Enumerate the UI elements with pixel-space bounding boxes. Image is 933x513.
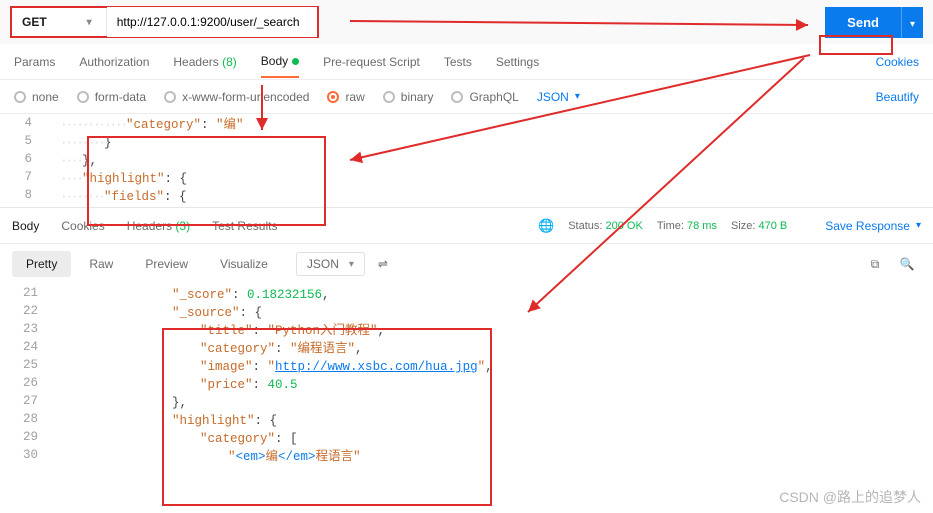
radio-xform[interactable]: x-www-form-urlencoded — [164, 90, 309, 104]
view-preview[interactable]: Preview — [131, 251, 202, 277]
view-raw[interactable]: Raw — [75, 251, 127, 277]
body-lang-select[interactable]: JSON▾ — [537, 90, 580, 104]
status-time: 78 ms — [687, 220, 717, 232]
send-button[interactable]: Send — [825, 7, 901, 38]
chevron-down-icon: ▾ — [349, 259, 354, 270]
radio-binary[interactable]: binary — [383, 90, 434, 104]
request-body-editor[interactable]: 4 5 6 7 8 ············"category": "编" ··… — [0, 114, 933, 208]
globe-icon: 🌐 — [538, 218, 554, 234]
copy-icon[interactable]: ⧉ — [861, 250, 889, 278]
view-visualize[interactable]: Visualize — [206, 251, 282, 277]
beautify-link[interactable]: Beautify — [876, 90, 919, 104]
chevron-down-icon: ▾ — [575, 91, 580, 102]
resp-tab-tests[interactable]: Test Results — [212, 219, 277, 233]
request-bar: GET ▾ Send ▾ — [0, 0, 933, 44]
resp-tab-body[interactable]: Body — [12, 219, 39, 233]
tab-params[interactable]: Params — [14, 47, 55, 77]
chevron-down-icon: ▾ — [916, 220, 921, 231]
body-type-row: none form-data x-www-form-urlencoded raw… — [0, 80, 933, 114]
save-response[interactable]: Save Response▾ — [825, 219, 921, 233]
tab-prerequest[interactable]: Pre-request Script — [323, 47, 420, 77]
radio-graphql[interactable]: GraphQL — [451, 90, 518, 104]
response-body-editor[interactable]: 21 22 23 24 25 26 27 28 29 30 "_score": … — [0, 284, 933, 479]
view-pretty[interactable]: Pretty — [12, 251, 71, 277]
url-input[interactable] — [107, 7, 317, 37]
status-area: 🌐 Status: 200 OK Time: 78 ms Size: 470 B — [538, 218, 787, 234]
dot-icon — [292, 58, 299, 65]
search-icon[interactable]: 🔍 — [893, 250, 921, 278]
request-tabs: Params Authorization Headers (8) Body Pr… — [0, 44, 933, 80]
watermark: CSDN @路上的追梦人 — [779, 487, 921, 507]
method-select[interactable]: GET ▾ — [12, 8, 107, 36]
resp-tab-headers[interactable]: Headers (3) — [127, 219, 190, 233]
radio-none[interactable]: none — [14, 90, 59, 104]
radio-raw[interactable]: raw — [327, 90, 364, 104]
resp-tab-cookies[interactable]: Cookies — [61, 219, 104, 233]
chevron-down-icon: ▾ — [910, 19, 915, 30]
status-code: 200 OK — [606, 220, 643, 232]
response-lang-select[interactable]: JSON▾ — [296, 252, 365, 276]
status-size: 470 B — [758, 220, 787, 232]
response-tabs: Body Cookies Headers (3) Test Results 🌐 … — [0, 208, 933, 244]
send-group: Send ▾ — [825, 7, 923, 38]
chevron-down-icon: ▾ — [87, 17, 92, 28]
method-label: GET — [22, 15, 47, 29]
tab-headers[interactable]: Headers (8) — [173, 47, 236, 77]
tab-body[interactable]: Body — [261, 46, 299, 78]
method-url-group: GET ▾ — [10, 6, 319, 38]
response-view-row: Pretty Raw Preview Visualize JSON▾ ⇌ ⧉ 🔍 — [0, 244, 933, 284]
tab-authorization[interactable]: Authorization — [79, 47, 149, 77]
cookies-link[interactable]: Cookies — [876, 55, 919, 69]
tab-settings[interactable]: Settings — [496, 47, 539, 77]
send-dropdown-button[interactable]: ▾ — [901, 7, 923, 38]
wrap-icon[interactable]: ⇌ — [369, 250, 397, 278]
radio-form-data[interactable]: form-data — [77, 90, 146, 104]
tab-tests[interactable]: Tests — [444, 47, 472, 77]
